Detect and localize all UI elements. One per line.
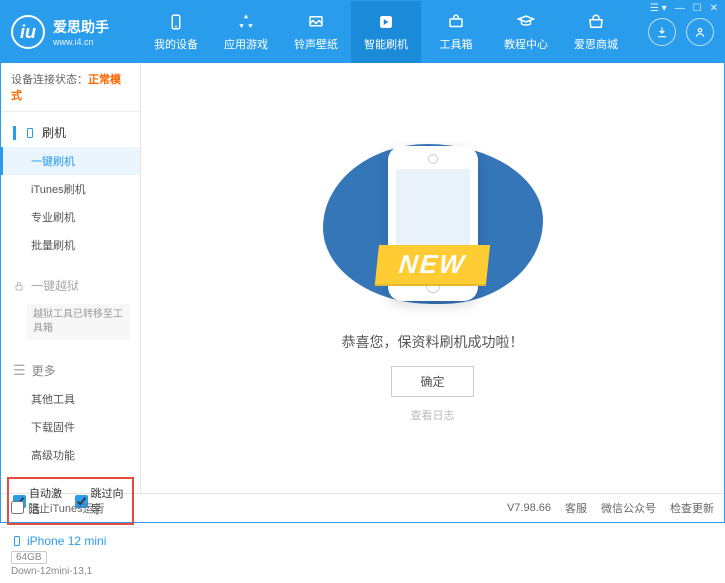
sidebar-item-advanced[interactable]: 高级功能 xyxy=(1,441,140,469)
flash-icon xyxy=(376,12,396,32)
sidebar-item-itunes[interactable]: iTunes刷机 xyxy=(1,175,140,203)
success-message: 恭喜您，保资料刷机成功啦！ xyxy=(342,332,524,352)
device-model: Down-12mini-13,1 xyxy=(11,566,130,577)
check-update-link[interactable]: 检查更新 xyxy=(670,500,714,516)
nav-my-device[interactable]: 我的设备 xyxy=(141,1,211,63)
jailbreak-note: 越狱工具已转移至工具箱 xyxy=(27,304,130,340)
toolbox-icon xyxy=(446,12,466,32)
lock-icon xyxy=(13,280,25,292)
nav-ringtones[interactable]: 铃声壁纸 xyxy=(281,1,351,63)
sidebar-item-oneclick[interactable]: 一键刷机 xyxy=(1,147,140,175)
tutorial-icon xyxy=(516,12,536,32)
device-phone-icon xyxy=(11,535,23,547)
success-illustration: NEW xyxy=(313,134,553,314)
sidebar-more-header[interactable]: ☰ 更多 xyxy=(1,356,140,385)
app-subtitle: www.i4.cn xyxy=(53,37,109,47)
device-info[interactable]: iPhone 12 mini 64GB Down-12mini-13,1 xyxy=(1,527,140,583)
phone-small-icon xyxy=(24,127,36,139)
sidebar-item-download-firmware[interactable]: 下载固件 xyxy=(1,413,140,441)
app-title: 爱思助手 xyxy=(53,17,109,37)
download-button[interactable] xyxy=(648,18,676,46)
phone-icon xyxy=(166,12,186,32)
wallpaper-icon xyxy=(306,12,326,32)
more-icon: ☰ xyxy=(13,362,26,379)
main-nav: 我的设备 应用游戏 铃声壁纸 智能刷机 工具箱 教程中心 爱思商城 xyxy=(141,1,648,63)
sidebar-flash-header[interactable]: 刷机 xyxy=(1,118,140,147)
minimize-icon[interactable]: — xyxy=(675,3,685,14)
app-header: ☰ ▾ — ☐ ✕ iu 爱思助手 www.i4.cn 我的设备 应用游戏 铃声… xyxy=(1,1,724,63)
sidebar-item-batch[interactable]: 批量刷机 xyxy=(1,231,140,259)
device-storage: 64GB xyxy=(11,551,47,564)
view-log-link[interactable]: 查看日志 xyxy=(411,407,455,423)
logo-icon: iu xyxy=(11,15,45,49)
customer-service-link[interactable]: 客服 xyxy=(565,500,587,516)
store-icon xyxy=(586,12,606,32)
header-actions xyxy=(648,18,714,46)
sidebar-item-other-tools[interactable]: 其他工具 xyxy=(1,385,140,413)
nav-apps[interactable]: 应用游戏 xyxy=(211,1,281,63)
nav-tutorials[interactable]: 教程中心 xyxy=(491,1,561,63)
sidebar-item-pro[interactable]: 专业刷机 xyxy=(1,203,140,231)
app-logo: iu 爱思助手 www.i4.cn xyxy=(11,15,141,49)
user-button[interactable] xyxy=(686,18,714,46)
maximize-icon[interactable]: ☐ xyxy=(693,3,702,14)
connection-status: 设备连接状态：正常模式 xyxy=(1,63,140,112)
apps-icon xyxy=(236,12,256,32)
sidebar-jailbreak-header: 一键越狱 xyxy=(1,271,140,300)
window-controls: ☰ ▾ — ☐ ✕ xyxy=(650,3,718,14)
nav-toolbox[interactable]: 工具箱 xyxy=(421,1,491,63)
main-content: NEW 恭喜您，保资料刷机成功啦！ 确定 查看日志 xyxy=(141,63,724,493)
nav-store[interactable]: 爱思商城 xyxy=(561,1,631,63)
new-ribbon: NEW xyxy=(375,245,490,284)
sidebar: 设备连接状态：正常模式 刷机 一键刷机 iTunes刷机 专业刷机 批量刷机 一… xyxy=(1,63,141,493)
version-label: V7.98.66 xyxy=(507,502,551,514)
wechat-link[interactable]: 微信公众号 xyxy=(601,500,656,516)
menu-icon[interactable]: ☰ ▾ xyxy=(650,3,667,14)
ok-button[interactable]: 确定 xyxy=(391,366,473,397)
nav-flash[interactable]: 智能刷机 xyxy=(351,1,421,63)
close-icon[interactable]: ✕ xyxy=(710,3,718,14)
block-itunes-checkbox[interactable]: 阻止iTunes运行 xyxy=(11,500,105,516)
